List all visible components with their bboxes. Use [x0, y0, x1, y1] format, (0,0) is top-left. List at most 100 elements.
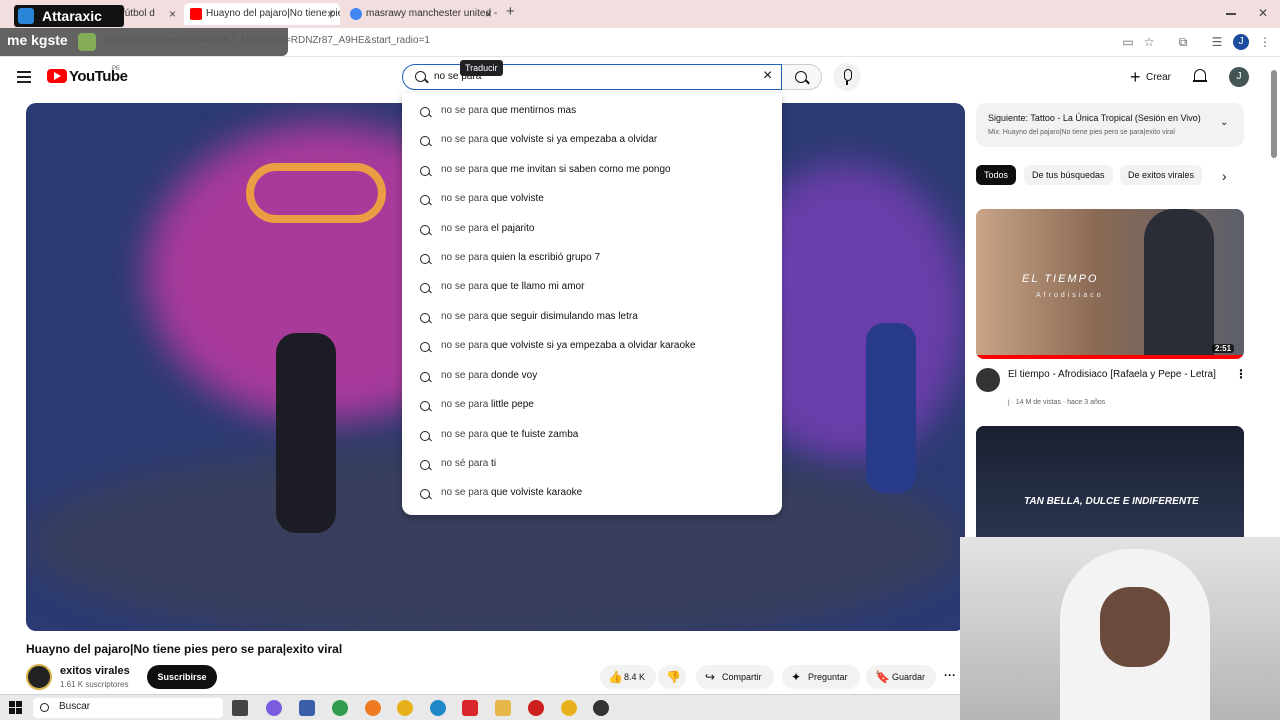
suggestion-item[interactable]: no se para donde voy: [402, 362, 782, 391]
ask-button[interactable]: ✦ Preguntar: [782, 665, 860, 689]
search-icon: [420, 313, 430, 323]
recommended-thumbnail[interactable]: [976, 209, 1244, 359]
attaraxic-overlay: Attaraxic: [14, 5, 124, 27]
like-button[interactable]: 👍 8.4 K: [600, 665, 656, 689]
new-tab-button[interactable]: +: [506, 3, 515, 20]
search-icon: [420, 254, 430, 264]
shield-icon[interactable]: [299, 700, 315, 716]
browser-menu-icon[interactable]: ⋮: [1257, 34, 1273, 50]
channel-avatar[interactable]: [26, 664, 52, 690]
suggestion-item[interactable]: no se para que te llamo mi amor: [402, 273, 782, 302]
menu-icon[interactable]: [17, 71, 31, 83]
chip-de-exitos-virales[interactable]: De exitos virales: [1120, 165, 1203, 185]
copilot-icon[interactable]: [266, 700, 282, 716]
chevron-right-icon[interactable]: ›: [1222, 168, 1227, 184]
up-next-panel[interactable]: Siguiente: Tattoo - La Única Tropical (S…: [976, 103, 1244, 147]
thumbnail-figure: [1144, 209, 1214, 359]
reading-list-icon[interactable]: ☰: [1209, 34, 1225, 50]
chrome-icon[interactable]: [397, 700, 413, 716]
suggestion-item[interactable]: no sé para ti: [402, 450, 782, 479]
tab-close-icon[interactable]: ×: [169, 3, 176, 25]
channel-name[interactable]: exitos virales: [60, 665, 130, 677]
profile-avatar[interactable]: J: [1233, 34, 1249, 50]
recommended-title[interactable]: El tiempo - Afrodisiaco [Rafaela y Pepe …: [1008, 368, 1218, 382]
bookmark-icon: 🔖: [875, 670, 890, 684]
suggestion-item[interactable]: no se para que mentirnos mas: [402, 97, 782, 126]
suggestion-item[interactable]: no se para el pajarito: [402, 215, 782, 244]
search-box[interactable]: no se para ×: [402, 64, 782, 90]
subscriber-count: 1.61 K suscriptores: [60, 680, 129, 689]
app-icon[interactable]: [462, 700, 478, 716]
minimize-icon[interactable]: [1226, 13, 1236, 15]
like-icon: 👍: [608, 670, 623, 684]
windows-start-icon[interactable]: [9, 701, 23, 715]
suggestion-item[interactable]: no se para que volviste si ya empezaba a…: [402, 332, 782, 361]
more-options-icon[interactable]: ⋮: [1235, 367, 1247, 381]
thumbnail-subtitle: Afrodisiaco: [1036, 292, 1104, 299]
suggestion-item[interactable]: no se para quien la escribió grupo 7: [402, 244, 782, 273]
bell-icon[interactable]: [1193, 68, 1207, 84]
chip-todos[interactable]: Todos: [976, 165, 1017, 185]
suggestion-prefix: no se para: [441, 281, 489, 292]
window-close-icon[interactable]: ✕: [1258, 6, 1268, 20]
tab-masrawy[interactable]: masrawy manchester united - B ×: [344, 3, 498, 25]
google-favicon-icon: [350, 8, 362, 20]
extensions-icon[interactable]: ⧉: [1175, 34, 1191, 50]
chevron-down-icon[interactable]: ⌄: [1220, 117, 1228, 128]
suggestion-prefix: no se para: [441, 340, 489, 351]
stage-sign: [246, 163, 386, 223]
tab-close-icon[interactable]: ×: [327, 3, 334, 25]
create-button[interactable]: Crear: [1124, 65, 1182, 90]
edge-icon[interactable]: [430, 700, 446, 716]
suggestion-prefix: no se para: [441, 399, 489, 410]
subscribe-button[interactable]: Suscribirse: [147, 665, 217, 689]
install-icon[interactable]: ▭: [1120, 34, 1136, 50]
tab-label: Huayno del pajaro|No tiene pie: [206, 8, 340, 19]
bookmark-star-icon[interactable]: ☆: [1141, 34, 1157, 50]
chrome-icon[interactable]: [561, 700, 577, 716]
file-explorer-icon[interactable]: [495, 700, 511, 716]
account-avatar[interactable]: J: [1229, 67, 1249, 87]
share-button[interactable]: ↪ Compartir: [696, 665, 774, 689]
obs-icon[interactable]: [593, 700, 609, 716]
webcam-face: [1100, 587, 1170, 667]
share-label: Compartir: [722, 672, 762, 682]
tab-close-icon[interactable]: ×: [485, 3, 492, 25]
app-icon[interactable]: [332, 700, 348, 716]
suggestion-item[interactable]: no se para que te fuiste zamba: [402, 421, 782, 450]
save-button[interactable]: 🔖 Guardar: [866, 665, 936, 689]
translate-tooltip[interactable]: Traducir: [460, 60, 503, 76]
mic-icon[interactable]: [833, 63, 861, 91]
search-button[interactable]: [782, 64, 822, 90]
task-view-icon[interactable]: [232, 700, 248, 716]
sparkle-icon: ✦: [791, 670, 802, 684]
search-icon: [420, 431, 430, 441]
dislike-button[interactable]: 👎: [658, 665, 686, 689]
page-scrollbar[interactable]: [1271, 70, 1277, 158]
suggestion-prefix: no se para: [441, 252, 489, 263]
up-next-title: Siguiente: Tattoo - La Única Tropical (S…: [988, 113, 1201, 123]
thumbnail-caption: TAN BELLA, DULCE E INDIFERENTE: [1024, 496, 1199, 507]
firefox-icon[interactable]: [365, 700, 381, 716]
suggestion-prefix: no se para: [441, 311, 489, 322]
suggestion-item[interactable]: no se para little pepe: [402, 391, 782, 420]
suggestion-item[interactable]: no se para que volviste si ya empezaba a…: [402, 126, 782, 155]
tab-huayno[interactable]: Huayno del pajaro|No tiene pie ×: [184, 3, 340, 25]
more-actions-button[interactable]: ···: [944, 668, 956, 682]
suggestion-prefix: no se para: [441, 164, 489, 175]
share-icon: ↪: [705, 670, 716, 684]
chip-de-tus-busquedas[interactable]: De tus búsquedas: [1024, 165, 1113, 185]
watched-progress: [976, 355, 1244, 359]
opera-icon[interactable]: [528, 700, 544, 716]
suggestion-item[interactable]: no se para que volviste: [402, 185, 782, 214]
clear-search-icon[interactable]: ×: [763, 67, 772, 85]
tab-label: fútbol d: [122, 8, 155, 19]
recommended-thumbnail[interactable]: [976, 426, 1244, 538]
suggestion-item[interactable]: no se para que me invitan si saben como …: [402, 156, 782, 185]
youtube-logo-icon[interactable]: [47, 69, 67, 83]
suggestion-item[interactable]: no se para que seguir disimulando mas le…: [402, 303, 782, 332]
browser-tab-bar: fútbol d × Huayno del pajaro|No tiene pi…: [0, 0, 1280, 28]
suggestion-item[interactable]: no se para que volviste karaoke: [402, 479, 782, 508]
channel-avatar[interactable]: [976, 368, 1000, 392]
suggestion-prefix: no se para: [441, 487, 489, 498]
